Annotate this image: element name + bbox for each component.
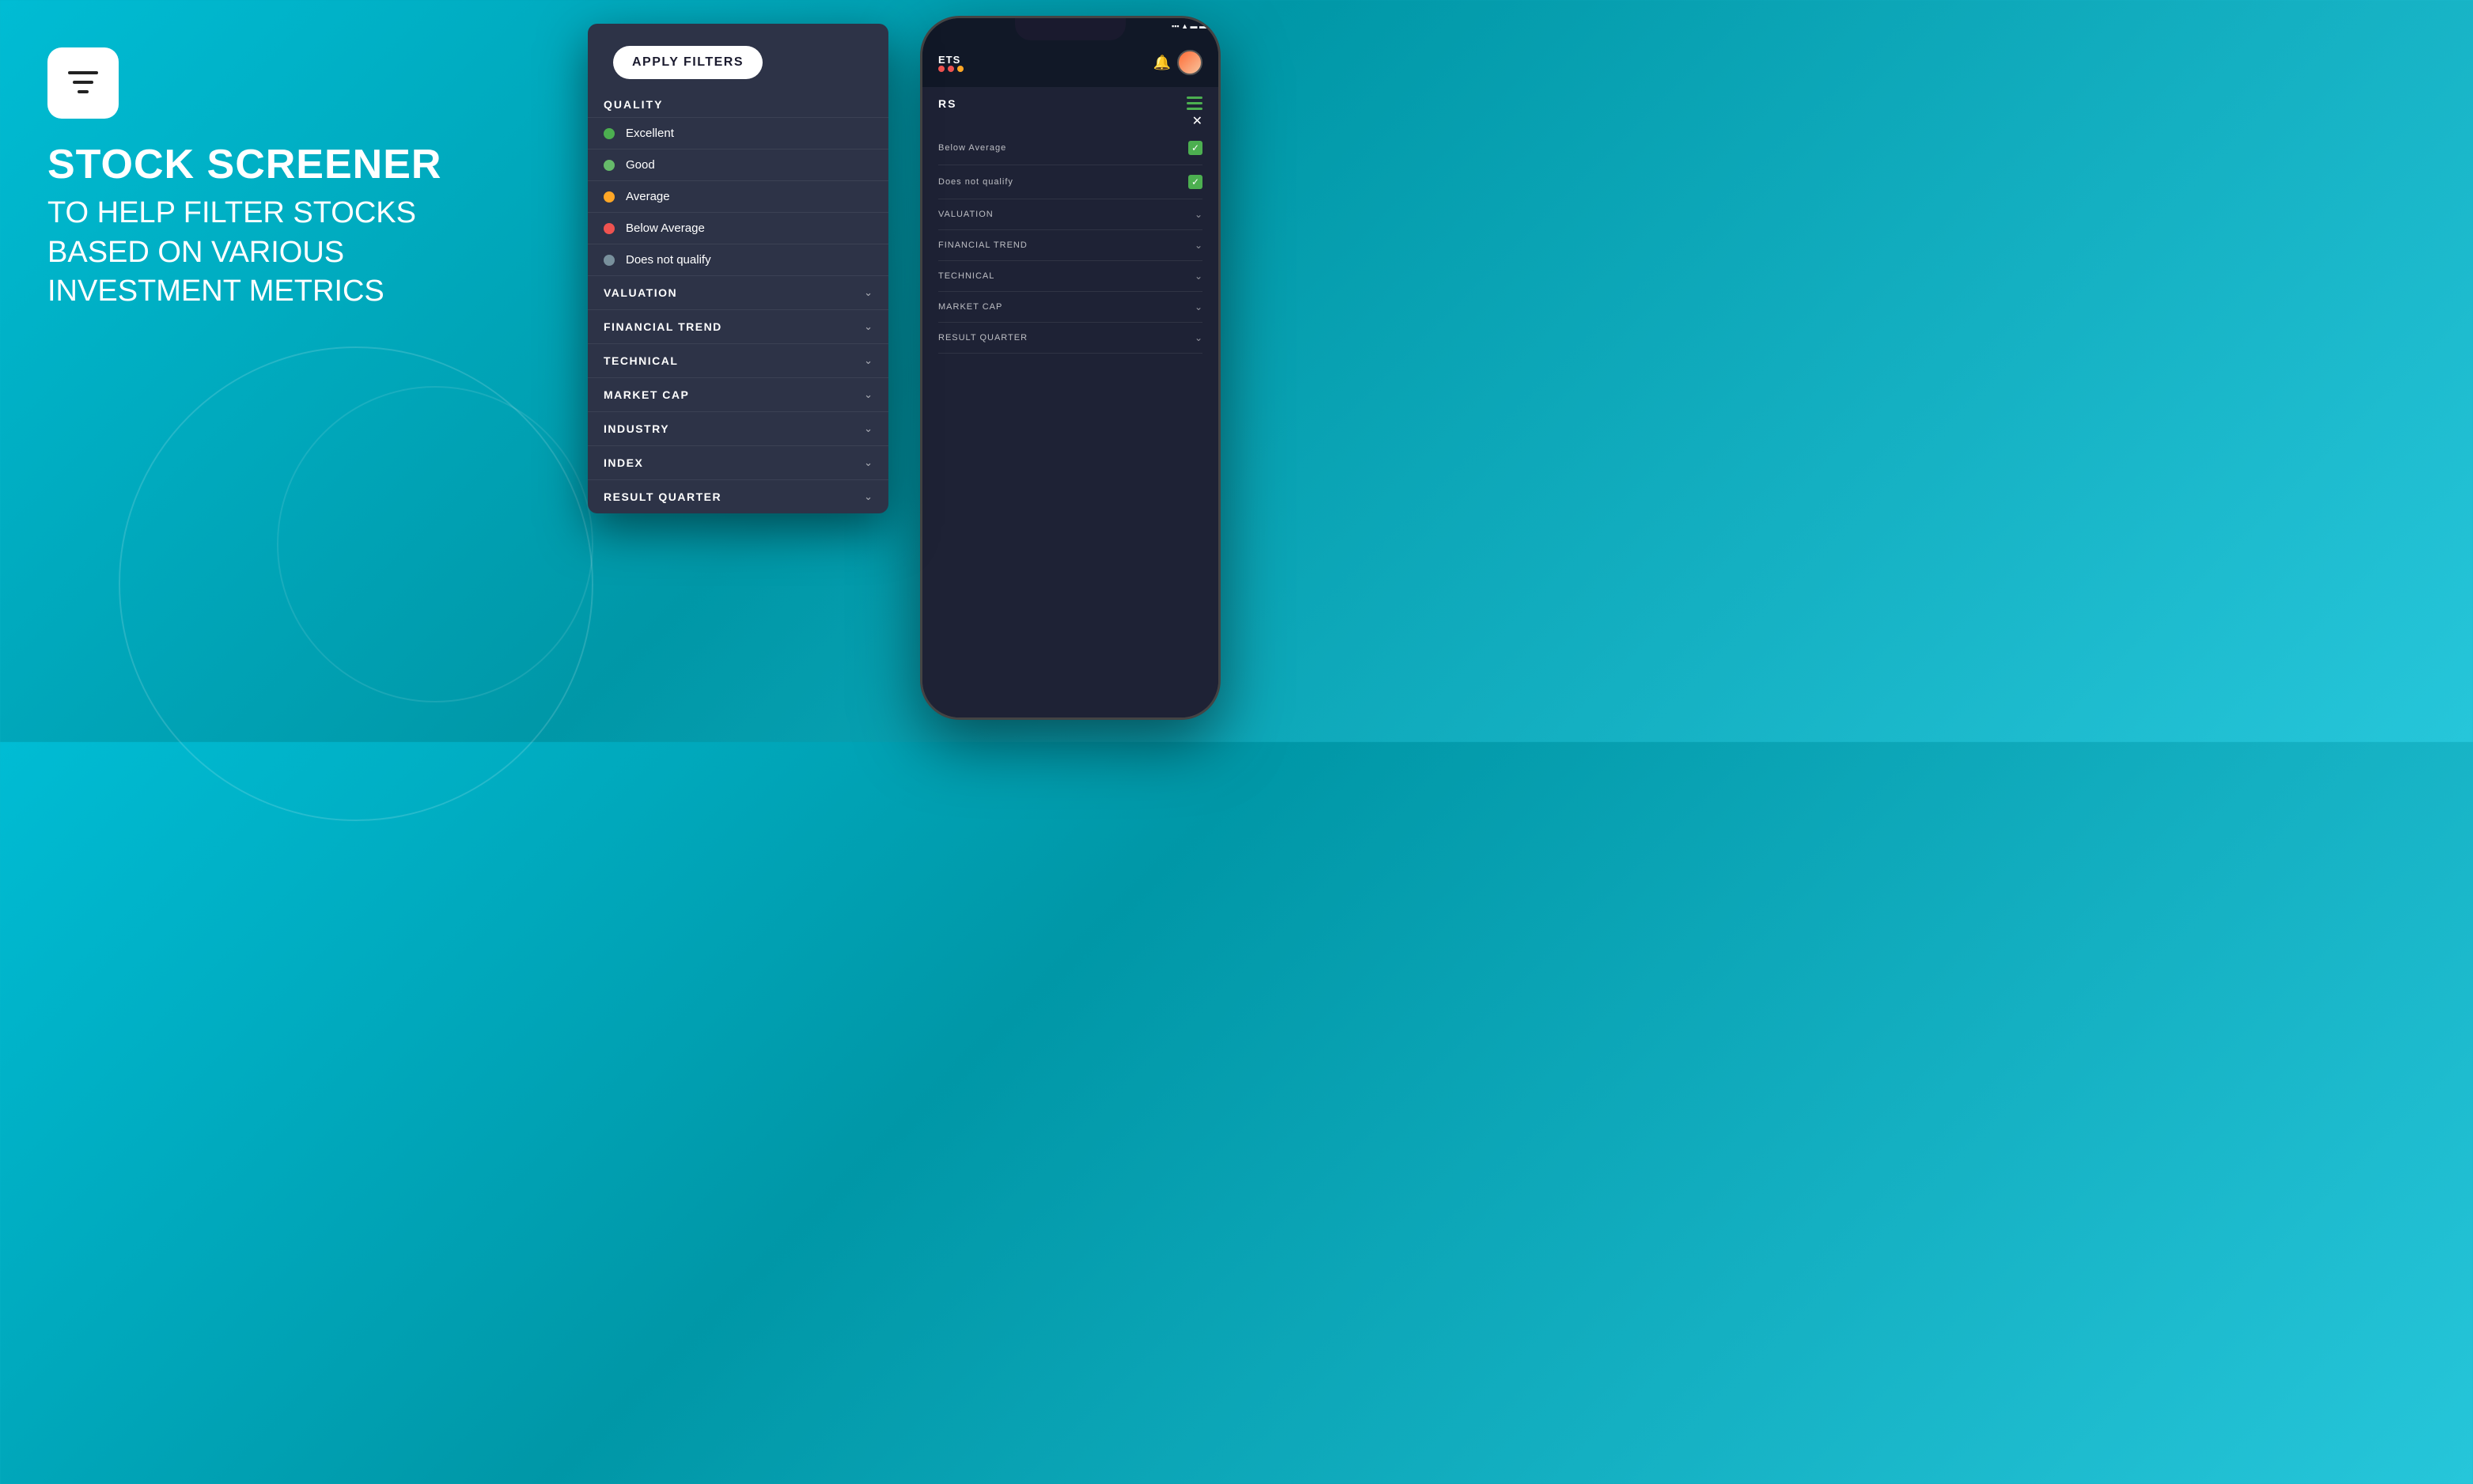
- dot-red: [938, 66, 945, 72]
- chevron-down-index: ⌄: [864, 456, 873, 469]
- left-section: STOCK SCREENER TO HELP FILTER STOCKS BAS…: [47, 47, 490, 311]
- filter-label-market-cap: MARKET CAP: [938, 302, 1002, 312]
- quality-item-below-average[interactable]: Below Average: [588, 212, 888, 244]
- subheader-title: RS: [938, 97, 956, 110]
- main-title: STOCK SCREENER: [47, 142, 490, 187]
- sub-title: TO HELP FILTER STOCKS BASED ON VARIOUS I…: [47, 194, 490, 311]
- category-technical-text: TECHNICAL: [604, 354, 678, 367]
- category-valuation-text: VALUATION: [604, 286, 677, 299]
- dot-orange: [957, 66, 964, 72]
- category-financial-trend-text: FINANCIAL TREND: [604, 320, 722, 333]
- filter-row-below-average[interactable]: Below Average ✓: [938, 131, 1202, 165]
- filter-label-technical: TECHNICAL: [938, 271, 994, 281]
- category-industry-text: INDUSTRY: [604, 422, 669, 435]
- avatar: [1177, 50, 1202, 75]
- phone-mockup: ▪▪▪ ▲ ▬ ▬ ETS 🔔 RS: [920, 16, 1221, 720]
- chevron-icon-result-quarter: ⌄: [1195, 332, 1202, 343]
- dot-average: [604, 191, 615, 203]
- chevron-down-market-cap: ⌄: [864, 388, 873, 401]
- filter-row-market-cap[interactable]: MARKET CAP ⌄: [938, 292, 1202, 323]
- hamburger-line-2: [1187, 102, 1202, 104]
- bell-icon: 🔔: [1153, 55, 1171, 71]
- chevron-down-industry: ⌄: [864, 422, 873, 435]
- dropdown-menu: APPLY FILTERS QUALITY Excellent Good Ave…: [588, 24, 888, 513]
- hamburger-line-1: [1187, 97, 1202, 99]
- close-button[interactable]: ✕: [1192, 113, 1202, 129]
- apply-filters-text: APPLY FILTERS: [632, 55, 744, 69]
- chevron-down-financial: ⌄: [864, 320, 873, 333]
- category-financial-trend[interactable]: FINANCIAL TREND ⌄: [588, 309, 888, 343]
- phone-header-dots: [938, 66, 964, 72]
- filter-label-result-quarter: RESULT QUARTER: [938, 333, 1028, 343]
- dot-good: [604, 160, 615, 171]
- chevron-icon-valuation: ⌄: [1195, 209, 1202, 220]
- filter-icon-box: [47, 47, 119, 119]
- quality-label-average: Average: [626, 190, 670, 203]
- phone-header-text: ETS: [938, 54, 964, 66]
- phone-status-bar: ▪▪▪ ▲ ▬ ▬: [1172, 22, 1206, 30]
- dot-below-average: [604, 223, 615, 234]
- chevron-icon-financial: ⌄: [1195, 240, 1202, 251]
- chevron-down-technical: ⌄: [864, 354, 873, 367]
- category-industry[interactable]: INDUSTRY ⌄: [588, 411, 888, 445]
- dot-does-not-qualify: [604, 255, 615, 266]
- right-section: ▪▪▪ ▲ ▬ ▬ ETS 🔔 RS: [556, 0, 1236, 742]
- filter-row-result-quarter[interactable]: RESULT QUARTER ⌄: [938, 323, 1202, 354]
- filter-row-does-not-qualify[interactable]: Does not qualify ✓: [938, 165, 1202, 199]
- checkbox-does-not-qualify[interactable]: ✓: [1188, 175, 1202, 189]
- close-icon: ✕: [1192, 115, 1202, 128]
- quality-section-header: QUALITY: [588, 89, 888, 117]
- hamburger-menu[interactable]: [1187, 97, 1202, 110]
- filter-row-valuation[interactable]: VALUATION ⌄: [938, 199, 1202, 230]
- status-icons: ▪▪▪ ▲ ▬ ▬: [1172, 22, 1206, 30]
- category-market-cap[interactable]: MARKET CAP ⌄: [588, 377, 888, 411]
- quality-item-average[interactable]: Average: [588, 180, 888, 212]
- filter-icon: [63, 63, 103, 103]
- category-result-quarter[interactable]: RESULT QUARTER ⌄: [588, 479, 888, 513]
- apply-filters-button[interactable]: APPLY FILTERS: [613, 46, 763, 79]
- quality-item-good[interactable]: Good: [588, 149, 888, 180]
- phone-header-icons: 🔔: [1153, 50, 1202, 75]
- category-result-quarter-text: RESULT QUARTER: [604, 490, 721, 503]
- quality-label-below-average: Below Average: [626, 221, 705, 235]
- filter-row-label-2: Does not qualify: [938, 177, 1013, 187]
- category-index[interactable]: INDEX ⌄: [588, 445, 888, 479]
- phone-notch: [1015, 18, 1126, 40]
- chevron-icon-technical: ⌄: [1195, 271, 1202, 282]
- dot-red2: [948, 66, 954, 72]
- checkbox-below-average[interactable]: ✓: [1188, 141, 1202, 155]
- dot-excellent: [604, 128, 615, 139]
- category-index-text: INDEX: [604, 456, 643, 469]
- category-valuation[interactable]: VALUATION ⌄: [588, 275, 888, 309]
- phone-subheader: RS: [922, 87, 1218, 119]
- chevron-down-result-quarter: ⌄: [864, 490, 873, 503]
- filter-row-financial-trend[interactable]: FINANCIAL TREND ⌄: [938, 230, 1202, 261]
- quality-item-excellent[interactable]: Excellent: [588, 117, 888, 149]
- quality-item-does-not-qualify[interactable]: Does not qualify: [588, 244, 888, 275]
- quality-label-good: Good: [626, 158, 655, 172]
- phone-content: Below Average ✓ Does not qualify ✓ VALUA…: [922, 123, 1218, 362]
- category-market-cap-text: MARKET CAP: [604, 388, 689, 401]
- phone-screen: ▪▪▪ ▲ ▬ ▬ ETS 🔔 RS: [922, 18, 1218, 717]
- hamburger-line-3: [1187, 108, 1202, 110]
- category-technical[interactable]: TECHNICAL ⌄: [588, 343, 888, 377]
- checkmark-icon: ✓: [1191, 142, 1199, 153]
- chevron-icon-market-cap: ⌄: [1195, 301, 1202, 312]
- quality-label-excellent: Excellent: [626, 127, 674, 140]
- quality-label-does-not-qualify: Does not qualify: [626, 253, 711, 267]
- chevron-down-valuation: ⌄: [864, 286, 873, 299]
- filter-row-technical[interactable]: TECHNICAL ⌄: [938, 261, 1202, 292]
- filter-row-label: Below Average: [938, 143, 1006, 153]
- filter-label-valuation: VALUATION: [938, 210, 994, 219]
- filter-label-financial: FINANCIAL TREND: [938, 240, 1028, 250]
- checkmark-icon-2: ✓: [1191, 176, 1199, 187]
- bg-circle-small: [277, 386, 593, 702]
